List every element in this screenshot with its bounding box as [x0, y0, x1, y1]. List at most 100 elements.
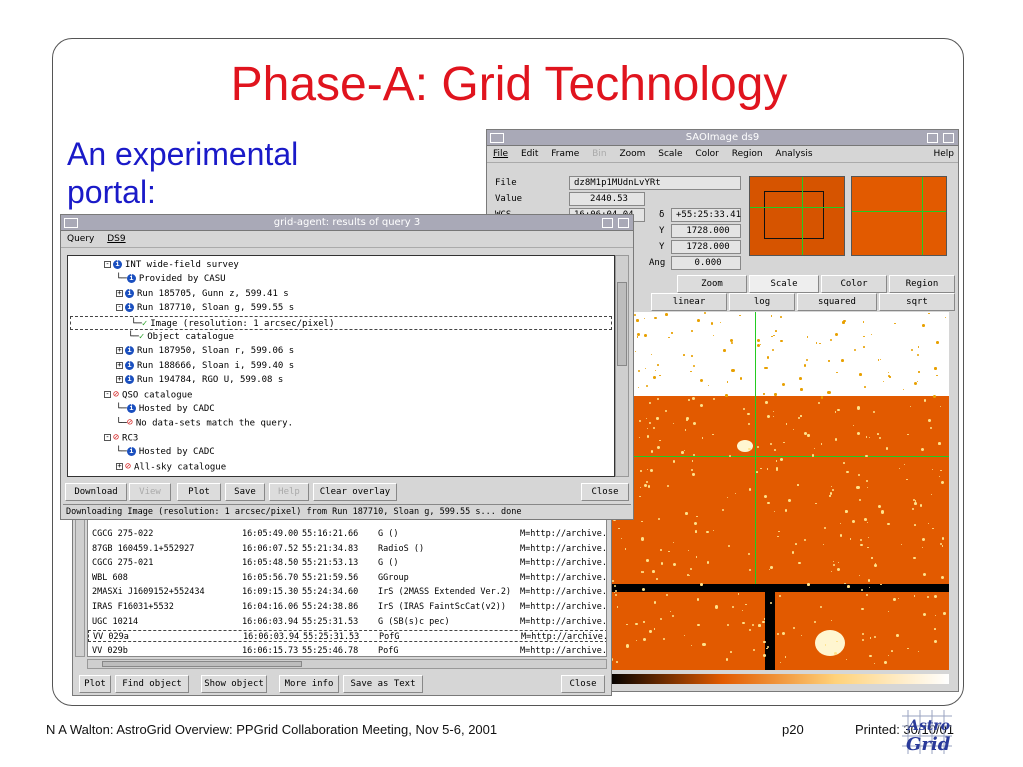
star — [758, 624, 761, 627]
menu-zoom[interactable]: Zoom — [619, 149, 645, 159]
table-row[interactable]: UGC 10214 16:06:03.94 55:25:31.53 G (SB(s)c… — [88, 616, 606, 628]
ds9-titlebar[interactable]: SAOImage ds9 — [487, 130, 958, 146]
table-row[interactable]: IRAS F16031+5532 16:04:16.06 55:24:38.86 Ir… — [88, 601, 606, 613]
menu-bin[interactable]: Bin — [592, 149, 606, 159]
window-menu-icon[interactable] — [64, 218, 78, 228]
star — [639, 436, 641, 438]
table-row[interactable]: VV 029a 16:06:03.94 55:25:31.53 PofG M=http:… — [88, 630, 606, 643]
help-button[interactable]: Help — [269, 483, 309, 501]
clear-overlay-button[interactable]: Clear overlay — [313, 483, 397, 501]
tree-item[interactable]: └─ i Hosted by CADC — [68, 402, 215, 416]
star — [913, 595, 915, 597]
expand-icon[interactable]: + — [116, 289, 123, 297]
collapse-icon[interactable]: - — [116, 304, 123, 312]
results-hscroll-thumb[interactable] — [102, 661, 302, 667]
star — [889, 376, 891, 378]
star — [775, 468, 779, 472]
menu-scale[interactable]: Scale — [658, 149, 682, 159]
results-scrollbar-left[interactable] — [75, 517, 85, 657]
expand-icon[interactable]: + — [116, 361, 123, 369]
tree-item[interactable]: └─ i Provided by CASU — [68, 272, 226, 286]
star — [880, 583, 882, 586]
grid-agent-window[interactable]: grid-agent: results of query 3 Query DS9… — [60, 214, 634, 520]
save-as-text-button[interactable]: Save as Text — [343, 675, 423, 693]
tree-item[interactable]: - ⊘ RC3 — [68, 431, 138, 445]
results-hscroll[interactable] — [87, 659, 607, 669]
menu-color[interactable]: Color — [695, 149, 719, 159]
collapse-icon[interactable]: - — [104, 391, 111, 399]
star — [697, 318, 700, 322]
star — [798, 561, 801, 565]
tree-item[interactable]: + ⊘ All-sky catalogue — [68, 460, 226, 474]
panner-thumbnail[interactable] — [749, 176, 845, 256]
tree-item[interactable]: + i Run 188666, Sloan i, 599.40 s — [68, 359, 294, 373]
results-close-button[interactable]: Close — [561, 675, 605, 693]
star — [763, 393, 765, 395]
menu-file[interactable]: File — [493, 149, 508, 159]
star — [748, 488, 752, 491]
tree-item[interactable]: - i INT wide-field survey — [68, 258, 239, 272]
menu-ds9[interactable]: DS9 — [107, 234, 125, 244]
tree-item[interactable]: └─✓ Object catalogue — [68, 330, 234, 344]
maximize-icon[interactable] — [618, 218, 629, 228]
table-row[interactable]: 2MASXi J1609152+552434 16:09:15.30 55:24:3… — [88, 586, 606, 598]
table-row[interactable]: WBL 608 16:05:56.70 55:21:59.56 GGroup M=htt… — [88, 572, 606, 584]
results-tree[interactable]: - i INT wide-field survey └─ i Provided by CA… — [67, 255, 615, 477]
maximize-icon[interactable] — [943, 133, 954, 143]
tree-item[interactable]: + i Run 187950, Sloan r, 599.06 s — [68, 344, 294, 358]
download-button[interactable]: Download — [65, 483, 127, 501]
menu-edit[interactable]: Edit — [521, 149, 538, 159]
star — [650, 450, 654, 453]
ds9-log-button[interactable]: log — [729, 293, 795, 311]
tree-item[interactable]: + i Run 194784, RGO U, 599.08 s — [68, 373, 283, 387]
table-row[interactable]: VV 029b 16:06:15.73 55:25:46.78 PofG M=http:… — [88, 645, 606, 656]
ds9-color-button[interactable]: Color — [821, 275, 887, 293]
window-menu-icon[interactable] — [490, 133, 504, 143]
ds9-region-button[interactable]: Region — [889, 275, 955, 293]
agent-close-button[interactable]: Close — [581, 483, 629, 501]
star — [695, 556, 698, 558]
expand-icon[interactable]: + — [116, 347, 123, 355]
collapse-icon[interactable]: - — [104, 434, 111, 442]
tree-item[interactable]: + i Run 185705, Gunn z, 599.41 s — [68, 287, 289, 301]
table-row[interactable]: CGCG 275-022 16:05:49.00 55:16:21.66 G () M=… — [88, 528, 606, 540]
ds9-zoom-button[interactable]: Zoom — [677, 275, 747, 293]
menu-frame[interactable]: Frame — [551, 149, 579, 159]
tree-item[interactable]: - i Run 187710, Sloan g, 599.55 s — [68, 301, 294, 315]
ds9-scale-button[interactable]: Scale — [749, 275, 819, 293]
more-info-button[interactable]: More info — [279, 675, 339, 693]
table-row[interactable]: 87GB 160459.1+552927 16:06:07.52 55:21:34.… — [88, 543, 606, 555]
view-button[interactable]: View — [129, 483, 171, 501]
tree-item[interactable]: └─✓ Image (resolution: 1 arcsec/pixel) — [70, 315, 612, 330]
menu-analysis[interactable]: Analysis — [775, 149, 812, 159]
find-object-button[interactable]: Find object — [115, 675, 189, 693]
tree-item[interactable]: - ⊘ QSO catalogue — [68, 388, 192, 402]
results-plot-button[interactable]: Plot — [79, 675, 111, 693]
minimize-icon[interactable] — [602, 218, 613, 228]
tree-vscroll[interactable] — [615, 255, 629, 477]
results-window[interactable]: CGCG 275-022 16:05:49.00 55:16:21.66 G () M=… — [72, 510, 612, 696]
tree-item[interactable]: └─⊘ No data-sets match the query. — [68, 416, 293, 430]
ds9-image-canvas[interactable] — [609, 312, 949, 670]
expand-icon[interactable]: + — [116, 376, 123, 384]
minimize-icon[interactable] — [927, 133, 938, 143]
ds9-squared-button[interactable]: squared — [797, 293, 877, 311]
plot-button[interactable]: Plot — [177, 483, 221, 501]
colorbar[interactable] — [609, 674, 949, 684]
table-row[interactable]: CGCG 275-021 16:05:48.50 55:21:53.13 G () M=… — [88, 557, 606, 569]
menu-region[interactable]: Region — [732, 149, 763, 159]
ds9-sqrt-button[interactable]: sqrt — [879, 293, 955, 311]
show-object-button[interactable]: Show object — [201, 675, 267, 693]
ds9-linear-button[interactable]: linear — [651, 293, 727, 311]
star — [658, 439, 661, 442]
tree-vscroll-thumb[interactable] — [617, 282, 627, 366]
no-entry-icon: ⊘ — [113, 431, 120, 443]
menu-help[interactable]: Help — [933, 146, 954, 163]
star — [936, 374, 938, 377]
save-button[interactable]: Save — [225, 483, 265, 501]
menu-query[interactable]: Query — [67, 234, 94, 244]
agent-titlebar[interactable]: grid-agent: results of query 3 — [61, 215, 633, 231]
tree-item[interactable]: └─ i Hosted by CADC — [68, 445, 215, 459]
collapse-icon[interactable]: - — [104, 261, 111, 268]
expand-icon[interactable]: + — [116, 463, 123, 471]
